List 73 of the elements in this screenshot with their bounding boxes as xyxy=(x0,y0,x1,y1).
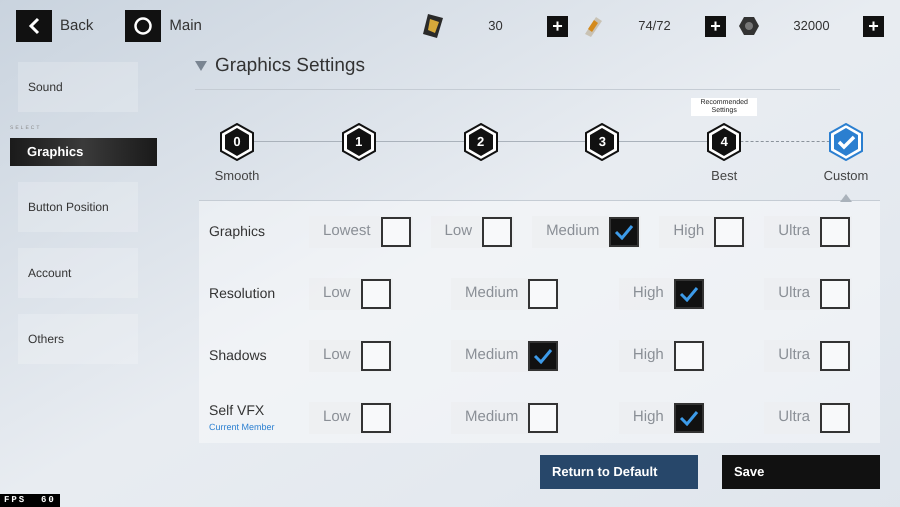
pointer-icon xyxy=(840,194,852,202)
checkbox[interactable] xyxy=(674,402,704,432)
preset-label: Smooth xyxy=(214,166,260,184)
setting-label: Shadows xyxy=(209,346,268,365)
sidebar-tab[interactable]: Sound xyxy=(18,62,138,112)
hex-nut-icon xyxy=(738,15,760,37)
option-label: Low xyxy=(323,283,351,304)
checkbox[interactable] xyxy=(360,340,391,370)
save-button[interactable]: Save xyxy=(722,454,880,488)
checkbox[interactable] xyxy=(360,278,391,308)
checkbox[interactable] xyxy=(482,216,512,246)
fps-counter: FPS 60 xyxy=(0,494,60,507)
checkbox[interactable] xyxy=(528,402,558,432)
option-label: Ultra xyxy=(778,221,810,242)
checkbox[interactable] xyxy=(674,340,704,370)
triangle-icon xyxy=(195,61,207,72)
level-hexagon[interactable]: 2 xyxy=(462,122,499,160)
setting-label: Self VFX xyxy=(209,401,266,420)
card-icon xyxy=(422,13,444,39)
option-label: Medium xyxy=(546,221,600,242)
option-label: Ultra xyxy=(778,407,810,428)
reset-button[interactable]: Return to Default xyxy=(540,454,698,488)
checkbox[interactable] xyxy=(820,340,850,370)
checkbox[interactable] xyxy=(528,340,558,370)
option-label: High xyxy=(632,407,664,428)
add-button[interactable]: + xyxy=(547,16,568,36)
back-link[interactable]: Back xyxy=(60,14,94,38)
currency-amount: 30 xyxy=(487,17,504,36)
option-label: Low xyxy=(323,345,351,366)
option-label: Medium xyxy=(465,407,518,428)
add-button[interactable]: + xyxy=(705,16,726,36)
option-label: High xyxy=(632,345,664,366)
check-icon xyxy=(614,224,634,240)
currency-amount: 32000 xyxy=(792,17,831,36)
checkbox[interactable] xyxy=(360,402,391,432)
member-note: Current Member xyxy=(209,421,276,434)
section-title: Graphics Settings xyxy=(215,54,365,78)
option-label: High xyxy=(673,221,704,242)
currency-amount: 74/72 xyxy=(637,17,672,36)
setting-label: Graphics xyxy=(209,222,266,241)
checkbox[interactable] xyxy=(609,216,640,246)
level-hexagon[interactable]: 1 xyxy=(340,122,377,160)
sidebar-tab[interactable]: Button Position xyxy=(18,182,138,232)
checkbox[interactable] xyxy=(528,278,558,308)
check-icon xyxy=(533,348,554,364)
preset-label: Best xyxy=(711,166,738,184)
checkbox[interactable] xyxy=(820,402,850,432)
level-hexagon[interactable]: 0 xyxy=(219,122,255,160)
sidebar-tab[interactable]: Others xyxy=(18,314,138,364)
option-label: Low xyxy=(444,221,472,242)
option-label: High xyxy=(632,283,664,304)
check-icon xyxy=(678,410,699,426)
sidebar-tab[interactable]: Account xyxy=(18,248,138,298)
main-link[interactable]: Main xyxy=(169,14,202,38)
checkbox[interactable] xyxy=(674,278,704,308)
option-label: Lowest xyxy=(323,221,371,242)
checkbox[interactable] xyxy=(714,216,744,246)
option-label: Ultra xyxy=(778,345,810,366)
option-label: Low xyxy=(323,407,351,428)
preset-label: Custom xyxy=(824,166,868,184)
option-label: Ultra xyxy=(778,283,810,304)
add-button[interactable]: + xyxy=(863,16,884,36)
selected-check-hexagon[interactable] xyxy=(828,122,864,160)
level-hexagon[interactable]: 3 xyxy=(584,122,620,160)
option-label: Medium xyxy=(465,283,518,304)
check-icon xyxy=(678,286,699,302)
checkbox[interactable] xyxy=(380,216,411,246)
level-hexagon[interactable]: 4 xyxy=(706,122,742,160)
checkbox[interactable] xyxy=(820,216,850,246)
checkbox[interactable] xyxy=(820,278,850,308)
sidebar-tab[interactable]: Graphics xyxy=(10,138,157,166)
option-label: Medium xyxy=(465,345,518,366)
setting-label: Resolution xyxy=(209,284,276,303)
